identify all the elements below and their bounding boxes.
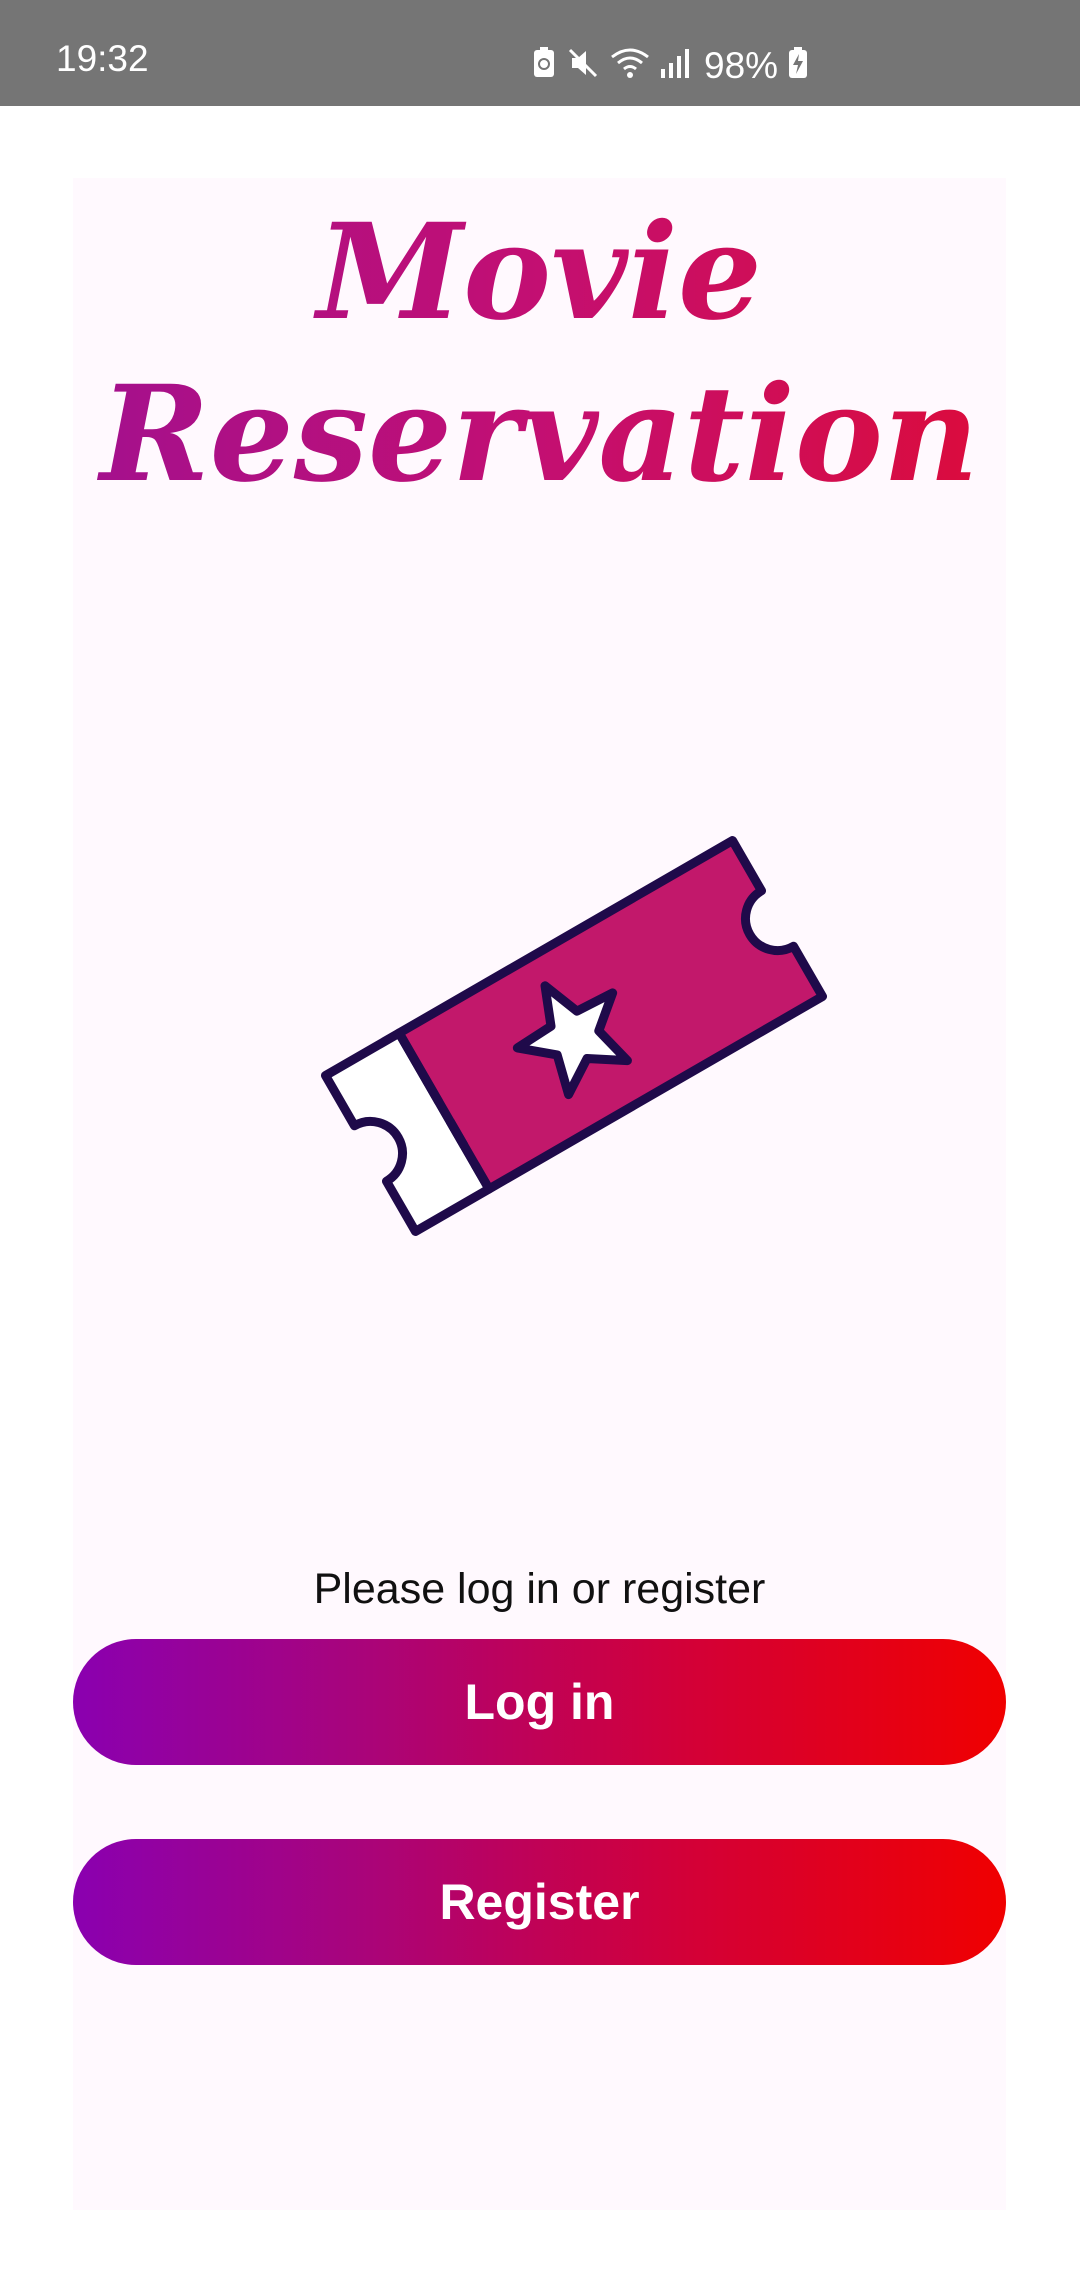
signal-icon <box>660 47 690 84</box>
status-icons: 98% <box>532 40 808 90</box>
mute-icon <box>566 46 600 85</box>
app-title-line1: Movie <box>73 192 1006 354</box>
login-button[interactable]: Log in <box>73 1639 1006 1765</box>
status-time: 19:32 <box>56 38 149 79</box>
app-title-line2: Reservation <box>73 354 1006 516</box>
register-button[interactable]: Register <box>73 1839 1006 1965</box>
battery-percent: 98% <box>704 44 779 86</box>
ticket-star-icon <box>288 818 848 1278</box>
login-prompt: Please log in or register <box>313 1565 766 1613</box>
status-bar: 19:32 98% <box>0 0 1080 106</box>
screenshot-icon <box>532 46 556 84</box>
wifi-icon <box>610 47 650 84</box>
battery-charging-icon <box>788 46 808 84</box>
welcome-card: Movie Reservation Please log in or regis… <box>73 178 1006 2210</box>
app-title: Movie Reservation <box>73 178 1006 516</box>
